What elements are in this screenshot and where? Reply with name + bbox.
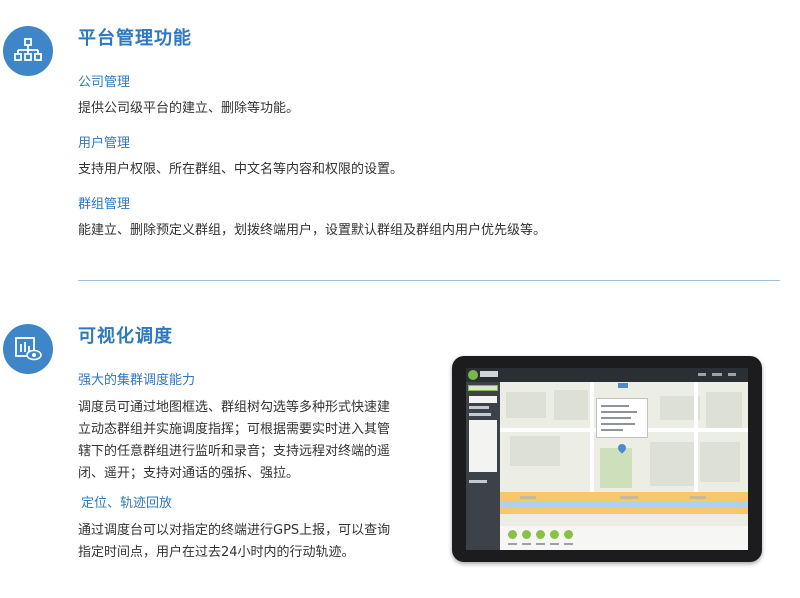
subtitle-location-playback: 定位、轨迹回放 <box>81 496 173 511</box>
screen-map <box>500 382 748 526</box>
section-divider <box>78 280 780 281</box>
desc-line: 闭、遥开；支持对通话的强拆、强拉。 <box>78 466 300 481</box>
desc-user-management: 支持用户权限、所在群组、中文名等内容和权限的设置。 <box>78 162 404 177</box>
desc-line: 调度员可通过地图框选、群组树勾选等多种形式快速建 <box>78 400 391 415</box>
subtitle-company-management: 公司管理 <box>78 75 131 90</box>
section-title-visual-dispatch: 可视化调度 <box>78 326 173 347</box>
desc-location-playback: 通过调度台可以对指定的终端进行GPS上报，可以查询 指定时间点，用户在过去24小… <box>78 520 418 564</box>
org-chart-icon <box>3 26 53 76</box>
section-title-platform-management: 平台管理功能 <box>78 28 192 49</box>
screen-search-box <box>468 385 498 391</box>
subtitle-group-management: 群组管理 <box>78 197 131 212</box>
desc-line: 辖下的任意群组进行监听和录音；支持远程对终端的遥 <box>78 444 391 459</box>
desc-company-management: 提供公司级平台的建立、删除等功能。 <box>78 101 300 116</box>
screen-header-bar <box>466 368 748 382</box>
dispatch-console-tablet-image <box>452 356 762 562</box>
desc-line: 立动态群组并实施调度指挥；可根据需要实时进入其管 <box>78 422 391 437</box>
visual-chart-eye-icon <box>3 324 53 374</box>
desc-group-management: 能建立、删除预定义群组，划拨终端用户，设置默认群组及群组内用户优先级等。 <box>78 223 547 238</box>
subtitle-user-management: 用户管理 <box>78 136 131 151</box>
tablet-screen <box>466 368 748 550</box>
call-control-icon <box>550 530 559 539</box>
screen-control-bar <box>500 526 748 550</box>
desc-line: 通过调度台可以对指定的终端进行GPS上报，可以查询 <box>78 523 391 538</box>
map-info-popup <box>596 398 648 438</box>
desc-trunking-dispatch: 调度员可通过地图框选、群组树勾选等多种形式快速建 立动态群组并实施调度指挥；可根… <box>78 397 418 485</box>
app-logo <box>468 370 478 380</box>
desc-line: 指定时间点，用户在过去24小时内的行动轨迹。 <box>78 545 355 560</box>
call-control-icon <box>522 530 531 539</box>
call-control-icon <box>564 530 573 539</box>
subtitle-trunking-dispatch: 强大的集群调度能力 <box>78 373 196 388</box>
call-control-icon <box>536 530 545 539</box>
call-control-icon <box>508 530 517 539</box>
